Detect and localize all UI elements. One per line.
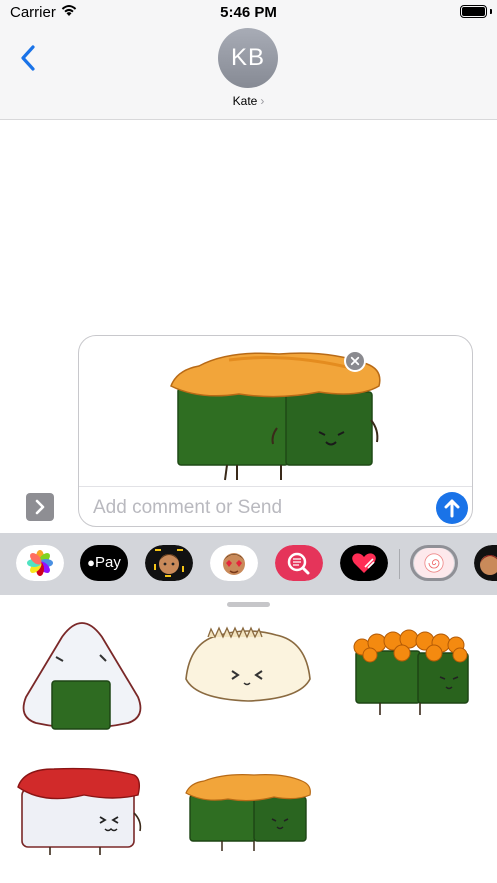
- image-search-app-icon[interactable]: [275, 545, 323, 581]
- sticker-maguro-nigiri[interactable]: [14, 765, 148, 857]
- battery-icon: [460, 5, 487, 18]
- memoji-app-icon[interactable]: [145, 545, 193, 581]
- comment-input[interactable]: [93, 494, 423, 522]
- back-button[interactable]: [16, 42, 40, 74]
- contact-name: Kate: [232, 94, 258, 108]
- clock: 5:46 PM: [220, 4, 277, 21]
- status-bar: Carrier 5:46 PM: [0, 0, 497, 26]
- apple-pay-app-icon[interactable]: ●Pay: [80, 545, 128, 581]
- apple-logo-icon: ●: [87, 555, 95, 570]
- animoji-app-icon[interactable]: [210, 545, 258, 581]
- message-compose-box: [78, 335, 473, 527]
- sticker-uni-gunkan[interactable]: [184, 769, 314, 853]
- sticker-pack-app-icon[interactable]: [410, 545, 458, 581]
- expand-apps-button[interactable]: [26, 493, 54, 521]
- photos-app-icon[interactable]: [16, 545, 64, 581]
- battery-tip: [490, 9, 492, 14]
- sticker-browser-panel: [0, 595, 497, 883]
- sticker-onigiri[interactable]: [16, 617, 148, 735]
- contact-avatar[interactable]: KB: [218, 28, 278, 88]
- contact-name-button[interactable]: Kate ›: [0, 94, 497, 108]
- sticker-ikura-gunkan[interactable]: [350, 621, 474, 717]
- compose-divider: [79, 486, 472, 487]
- sticker-gyoza[interactable]: [185, 626, 311, 702]
- imessage-app-drawer[interactable]: ●Pay: [0, 533, 497, 595]
- apple-pay-label: Pay: [95, 554, 121, 571]
- panel-grabber-handle[interactable]: [227, 602, 270, 607]
- chevron-right-icon: ›: [260, 94, 265, 108]
- remove-attachment-button[interactable]: [344, 350, 366, 372]
- conversation-header: Carrier 5:46 PM KB Kate ›: [0, 0, 497, 120]
- send-button[interactable]: [436, 492, 468, 524]
- app-drawer-divider: [399, 549, 400, 579]
- digital-touch-app-icon[interactable]: [340, 545, 388, 581]
- more-memoji-app-icon[interactable]: [474, 545, 497, 581]
